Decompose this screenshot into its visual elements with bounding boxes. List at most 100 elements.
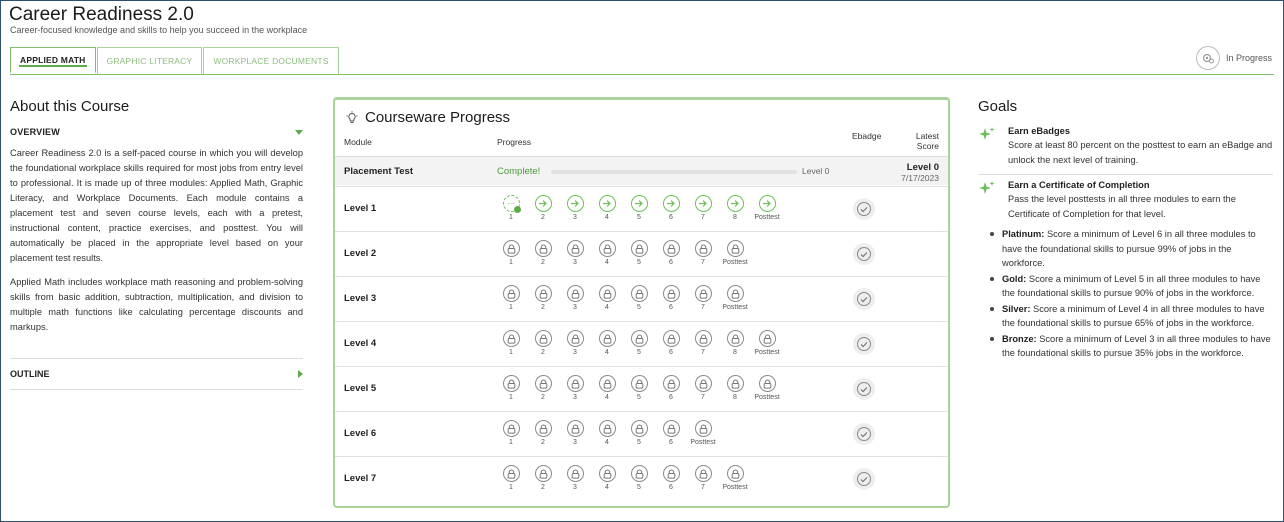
lesson-node[interactable]: 2 — [527, 330, 559, 357]
lesson-node[interactable]: 1 — [495, 240, 527, 267]
check-badge-icon[interactable] — [853, 333, 875, 355]
lesson-label: 3 — [573, 304, 577, 311]
tab-workplace-documents[interactable]: WORKPLACE DOCUMENTS — [203, 47, 339, 74]
arrow-right-icon — [726, 195, 744, 212]
lesson-node[interactable]: 6 — [655, 465, 687, 492]
lesson-node[interactable]: 5 — [623, 195, 655, 222]
lock-icon — [534, 465, 552, 482]
lesson-label: 2 — [541, 484, 545, 491]
lesson-node[interactable]: Posttest — [751, 195, 783, 222]
lesson-node[interactable]: Posttest — [751, 330, 783, 357]
placement-test-row[interactable]: Placement Test Complete! Level 0 Level 0… — [335, 156, 948, 185]
lesson-node[interactable]: 8 — [719, 195, 751, 222]
lesson-node[interactable]: 7 — [687, 375, 719, 402]
lesson-node[interactable]: 6 — [655, 330, 687, 357]
level-row[interactable]: Level 6 1 2 3 4 5 6 Posttest — [335, 411, 948, 456]
check-badge-icon[interactable] — [853, 288, 875, 310]
lesson-node[interactable]: 2 — [527, 195, 559, 222]
lesson-node[interactable]: 6 — [655, 195, 687, 222]
lesson-node[interactable]: 7 — [687, 465, 719, 492]
lock-icon — [534, 285, 552, 302]
tab-applied-math[interactable]: APPLIED MATH — [10, 47, 96, 74]
level-label: Level 1 — [344, 203, 377, 214]
lesson-node[interactable]: 7 — [687, 330, 719, 357]
lesson-node[interactable]: 5 — [623, 420, 655, 447]
lesson-node[interactable]: 4 — [591, 375, 623, 402]
lesson-node[interactable]: 6 — [655, 240, 687, 267]
lesson-node[interactable]: Posttest — [751, 375, 783, 402]
level-row[interactable]: Level 4 1 2 3 4 5 6 7 8 Posttest — [335, 321, 948, 366]
level-row[interactable]: Level 2 1 2 3 4 5 6 7 Posttest — [335, 231, 948, 276]
lesson-node[interactable]: 7 — [687, 195, 719, 222]
lesson-node[interactable]: 5 — [623, 465, 655, 492]
goal-ebadges: Earn eBadges Score at least 80 percent o… — [978, 126, 1273, 167]
lesson-label: 5 — [637, 349, 641, 356]
lesson-node[interactable]: 1 — [495, 375, 527, 402]
lesson-node[interactable]: 2 — [527, 240, 559, 267]
lesson-node[interactable]: 4 — [591, 240, 623, 267]
lesson-label: 1 — [509, 259, 513, 266]
outline-toggle[interactable]: OUTLINE — [10, 358, 303, 390]
lesson-node[interactable]: 2 — [527, 420, 559, 447]
lesson-node[interactable]: 6 — [655, 285, 687, 312]
lesson-node[interactable]: 5 — [623, 330, 655, 357]
lesson-node[interactable]: 7 — [687, 285, 719, 312]
check-badge-icon[interactable] — [853, 423, 875, 445]
lesson-node[interactable]: 8 — [719, 330, 751, 357]
level-row[interactable]: Level 7 1 2 3 4 5 6 7 Posttest — [335, 456, 948, 501]
lesson-label: 5 — [637, 394, 641, 401]
lesson-node[interactable]: 3 — [559, 420, 591, 447]
level-row[interactable]: Level 1 ··· 1 2 3 4 5 6 7 8 Posttest — [335, 186, 948, 231]
lesson-label: 8 — [733, 214, 737, 221]
lesson-label: 6 — [669, 304, 673, 311]
lesson-node[interactable]: 2 — [527, 285, 559, 312]
lesson-node[interactable]: 5 — [623, 285, 655, 312]
lesson-node[interactable]: 3 — [559, 285, 591, 312]
lesson-node[interactable]: 3 — [559, 375, 591, 402]
level-row[interactable]: Level 3 1 2 3 4 5 6 7 Posttest — [335, 276, 948, 321]
certificate-title: Earn a Certificate of Completion — [1008, 180, 1150, 190]
lesson-node[interactable]: Posttest — [719, 465, 751, 492]
lesson-node[interactable]: 3 — [559, 330, 591, 357]
overview-toggle[interactable]: OVERVIEW — [10, 127, 303, 137]
lesson-node[interactable]: 5 — [623, 240, 655, 267]
lesson-node[interactable]: 1 — [495, 465, 527, 492]
lock-icon — [566, 465, 584, 482]
check-badge-icon[interactable] — [853, 243, 875, 265]
lesson-node[interactable]: 6 — [655, 420, 687, 447]
lesson-node[interactable]: Posttest — [719, 285, 751, 312]
lesson-node[interactable]: 3 — [559, 240, 591, 267]
lesson-node[interactable]: 4 — [591, 465, 623, 492]
lesson-label: 3 — [573, 259, 577, 266]
lesson-node[interactable]: 1 — [495, 285, 527, 312]
lock-icon — [502, 330, 520, 347]
lesson-node[interactable]: 2 — [527, 465, 559, 492]
lesson-node[interactable]: 3 — [559, 195, 591, 222]
lesson-node[interactable]: 8 — [719, 375, 751, 402]
check-badge-icon[interactable] — [853, 198, 875, 220]
lesson-node[interactable]: 4 — [591, 420, 623, 447]
lesson-node[interactable]: 1 — [495, 330, 527, 357]
arrow-right-icon — [694, 195, 712, 212]
lesson-label: 2 — [541, 394, 545, 401]
lock-icon — [598, 240, 616, 257]
lesson-node[interactable]: 4 — [591, 195, 623, 222]
lesson-node[interactable]: 5 — [623, 375, 655, 402]
lesson-node[interactable]: 1 — [495, 420, 527, 447]
lesson-node[interactable]: 4 — [591, 330, 623, 357]
tab-graphic-literacy[interactable]: GRAPHIC LITERACY — [96, 47, 203, 74]
lesson-node[interactable]: 2 — [527, 375, 559, 402]
check-badge-icon[interactable] — [853, 468, 875, 490]
check-badge-icon[interactable] — [853, 378, 875, 400]
lesson-node[interactable]: Posttest — [687, 420, 719, 447]
level-row[interactable]: Level 5 1 2 3 4 5 6 7 8 Posttest — [335, 366, 948, 411]
lock-icon — [598, 465, 616, 482]
lesson-node[interactable]: 4 — [591, 285, 623, 312]
arrow-right-icon — [630, 195, 648, 212]
lesson-node[interactable]: 6 — [655, 375, 687, 402]
lesson-node[interactable]: Posttest — [719, 240, 751, 267]
lesson-node[interactable]: ··· 1 — [495, 195, 527, 222]
lesson-node[interactable]: 7 — [687, 240, 719, 267]
page-subtitle: Career-focused knowledge and skills to h… — [10, 25, 308, 35]
lesson-node[interactable]: 3 — [559, 465, 591, 492]
